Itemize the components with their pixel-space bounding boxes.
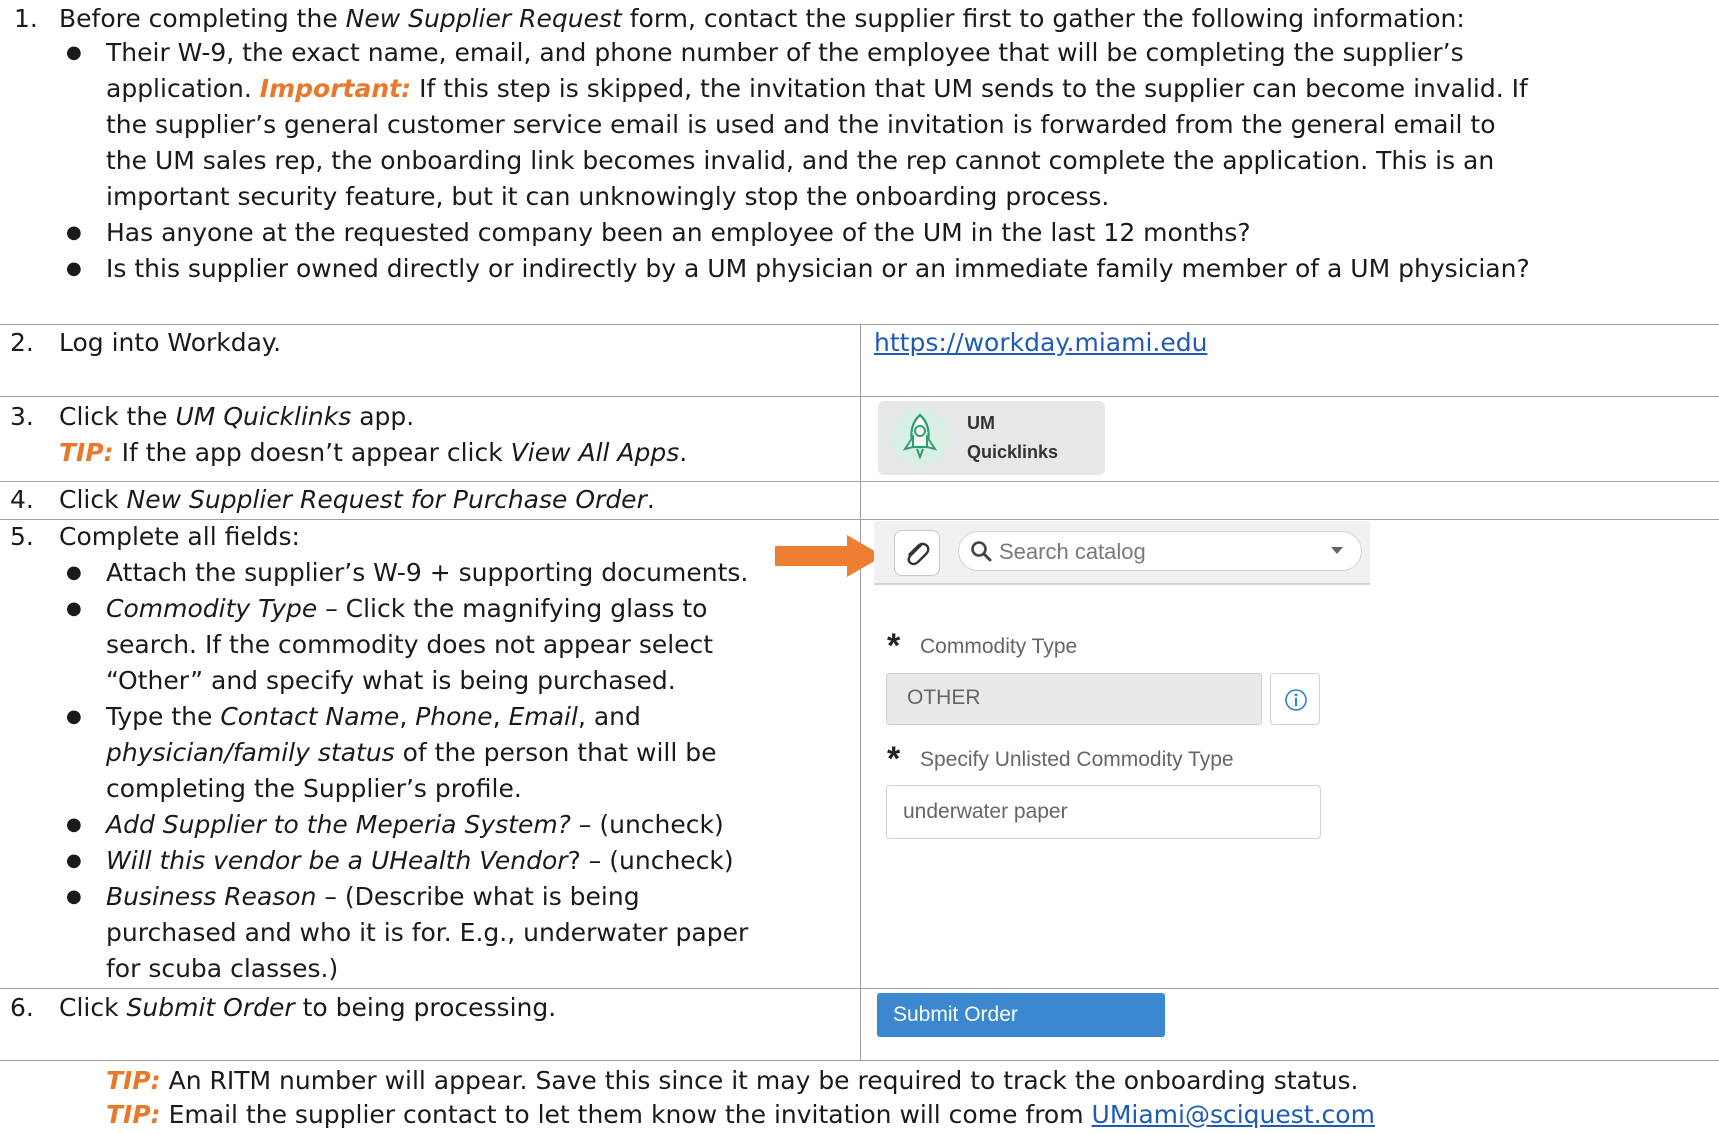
step5-bullet-business-reason-line2: purchased and who it is for. E.g., under…: [106, 918, 749, 947]
step5-bullet-commodity-line2: search. If the commodity does not appear…: [106, 630, 714, 659]
chevron-down-icon[interactable]: [1331, 547, 1343, 555]
info-button[interactable]: [1270, 673, 1320, 725]
bullet-dot: ●: [66, 886, 82, 907]
step1-bullet1-line5: important security feature, but it can u…: [106, 182, 1110, 211]
step1-bullet3: Is this supplier owned directly or indir…: [106, 254, 1530, 283]
tip-email: TIP: Email the supplier contact to let t…: [106, 1100, 1375, 1129]
bullet-dot: ●: [66, 598, 82, 619]
step1-bullet1-line2: application. Important: If this step is …: [106, 74, 1528, 103]
step2-text: Log into Workday.: [59, 328, 282, 357]
tip-label: TIP:: [106, 1100, 161, 1129]
step5-bullet-commodity: Commodity Type – Click the magnifying gl…: [106, 594, 708, 623]
step6-text: Click Submit Order to being processing.: [59, 993, 557, 1022]
important-label: Important:: [259, 74, 412, 103]
sciquest-email-link[interactable]: UMiami@sciquest.com: [1092, 1100, 1375, 1129]
step5-bullet-meperia: Add Supplier to the Meperia System? – (u…: [106, 810, 724, 839]
unlisted-commodity-input[interactable]: [886, 785, 1321, 839]
tile-label-line2: Quicklinks: [967, 442, 1059, 462]
tip-label: TIP:: [59, 438, 114, 467]
step-number: 5.: [10, 522, 34, 551]
step3-tip: TIP: If the app doesn’t appear click Vie…: [59, 438, 688, 467]
step5-bullet-contact: Type the Contact Name, Phone, Email, and: [106, 702, 641, 731]
bullet-dot: ●: [66, 222, 82, 243]
bullet-dot: ●: [66, 258, 82, 279]
commodity-type-label: Commodity Type: [920, 635, 1078, 658]
step-number: 2.: [10, 328, 34, 357]
attach-button[interactable]: [894, 530, 940, 576]
table-rule: [0, 1060, 1719, 1061]
required-asterisk: *: [887, 740, 901, 778]
step3-text: Click the UM Quicklinks app.: [59, 402, 415, 431]
step1-bullet2: Has anyone at the requested company been…: [106, 218, 1251, 247]
search-catalog-box[interactable]: [958, 531, 1362, 571]
table-column-divider: [860, 325, 861, 1060]
orange-arrow-icon: [775, 535, 883, 577]
submit-order-button[interactable]: Submit Order: [877, 993, 1165, 1037]
step1-bullet1-line4: the UM sales rep, the onboarding link be…: [106, 146, 1495, 175]
step5-bullet-business-reason-line3: for scuba classes.): [106, 954, 339, 983]
step-number: 4.: [10, 485, 34, 514]
bullet-dot: ●: [66, 42, 82, 63]
bullet-dot: ●: [66, 562, 82, 583]
step5-bullet-uhealth: Will this vendor be a UHealth Vendor? – …: [106, 846, 734, 875]
paperclip-icon: [907, 542, 930, 566]
bullet-dot: ●: [66, 706, 82, 727]
tip-ritm: TIP: An RITM number will appear. Save th…: [106, 1066, 1359, 1095]
step1-intro: Before completing the New Supplier Reque…: [59, 4, 1465, 33]
step5-bullet-contact-line3: completing the Supplier’s profile.: [106, 774, 522, 803]
step-number: 1.: [14, 4, 38, 33]
step4-text: Click New Supplier Request for Purchase …: [59, 485, 655, 514]
required-asterisk: *: [887, 627, 901, 665]
bullet-dot: ●: [66, 850, 82, 871]
info-icon: [1285, 689, 1307, 711]
rocket-icon: [891, 408, 949, 466]
step5-bullet-business-reason: Business Reason – (Describe what is bein…: [106, 882, 640, 911]
step5-text: Complete all fields:: [59, 522, 300, 551]
workday-link[interactable]: https://workday.miami.edu: [874, 328, 1207, 357]
tile-label-line1: UM: [967, 413, 995, 433]
step-number: 3.: [10, 402, 34, 431]
tip-label: TIP:: [106, 1066, 161, 1095]
step5-bullet-contact-line2: physician/family status of the person th…: [106, 738, 717, 767]
bullet-dot: ●: [66, 814, 82, 835]
search-icon: [971, 541, 992, 562]
catalog-search-bar: [874, 521, 1370, 585]
step1-bullet1-line1: Their W-9, the exact name, email, and ph…: [106, 38, 1464, 67]
step-number: 6.: [10, 993, 34, 1022]
step5-bullet-attach: Attach the supplier’s W-9 + supporting d…: [106, 558, 749, 587]
search-catalog-input[interactable]: [997, 536, 1321, 568]
unlisted-commodity-label: Specify Unlisted Commodity Type: [920, 748, 1234, 771]
step1-bullet1-line3: the supplier’s general customer service …: [106, 110, 1496, 139]
step5-bullet-commodity-line3: “Other” and specify what is being purcha…: [106, 666, 676, 695]
commodity-type-field[interactable]: OTHER: [886, 673, 1262, 725]
um-quicklinks-app-tile[interactable]: UM Quicklinks: [878, 401, 1105, 475]
